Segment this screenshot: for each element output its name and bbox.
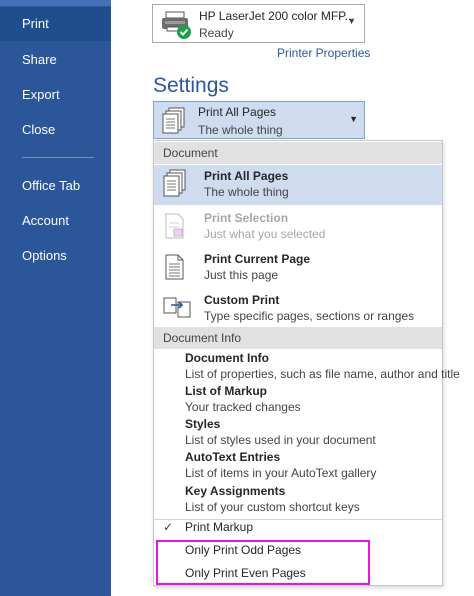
option-subtitle: Just this page: [204, 268, 279, 282]
settings-heading: Settings: [153, 74, 229, 97]
option-title: Styles: [185, 417, 221, 431]
section-header-document: Document: [154, 142, 442, 164]
option-subtitle: List of properties, such as file name, a…: [185, 367, 460, 381]
selected-option-subtitle: The whole thing: [198, 123, 283, 137]
pages-icon: [162, 107, 185, 134]
menu-option-list-of-markup[interactable]: List of Markup Your tracked changes: [154, 383, 442, 416]
menu-option-autotext-entries[interactable]: AutoText Entries List of items in your A…: [154, 449, 442, 482]
single-page-icon: [165, 254, 184, 280]
nav-item-close[interactable]: Close: [0, 113, 111, 147]
menu-option-print-current-page[interactable]: Print Current Page Just this page: [154, 248, 442, 288]
menu-option-styles[interactable]: Styles List of styles used in your docum…: [154, 416, 442, 449]
option-subtitle: List of your custom shortcut keys: [185, 500, 360, 514]
print-range-select[interactable]: Print All Pages The whole thing ▼: [153, 101, 365, 139]
menu-option-print-selection: Print Selection Just what you selected: [154, 207, 442, 247]
option-title: Custom Print: [204, 293, 280, 307]
selected-option-title: Print All Pages: [198, 105, 277, 119]
menu-option-document-info[interactable]: Document Info List of properties, such a…: [154, 350, 460, 383]
option-title: AutoText Entries: [185, 450, 281, 464]
toggle-print-markup[interactable]: ✓ Print Markup: [154, 517, 442, 539]
nav-divider: [22, 157, 94, 158]
nav-item-share[interactable]: Share: [0, 43, 111, 77]
nav-item-account[interactable]: Account: [0, 204, 111, 238]
printer-name: HP LaserJet 200 color MFP...: [199, 9, 355, 23]
backstage-nav: Print Share Export Close Office Tab Acco…: [0, 0, 111, 596]
chevron-down-icon: ▼: [349, 114, 358, 124]
section-header-document-info: Document Info: [154, 327, 442, 349]
nav-item-print[interactable]: Print: [0, 7, 111, 41]
nav-item-options[interactable]: Options: [0, 239, 111, 273]
nav-top-strip: [0, 0, 111, 6]
option-subtitle: Your tracked changes: [185, 400, 301, 414]
option-title: Print All Pages: [204, 169, 289, 183]
option-subtitle: Type specific pages, sections or ranges: [204, 309, 415, 323]
annotation-highlight-box: [156, 540, 370, 585]
option-title: Document Info: [185, 351, 269, 365]
menu-option-key-assignments[interactable]: Key Assignments List of your custom shor…: [154, 483, 442, 516]
option-subtitle: List of styles used in your document: [185, 433, 376, 447]
printer-icon: [162, 11, 191, 39]
option-title: Print Selection: [204, 211, 289, 225]
printer-status: Ready: [199, 26, 234, 40]
menu-option-print-all-pages[interactable]: Print All Pages The whole thing: [154, 165, 442, 205]
custom-print-icon: [163, 297, 191, 318]
chevron-down-icon: ▼: [347, 16, 356, 26]
printer-properties-link[interactable]: Printer Properties: [277, 46, 370, 60]
menu-option-custom-print[interactable]: Custom Print Type specific pages, sectio…: [154, 289, 442, 329]
toggle-label: Print Markup: [185, 520, 254, 534]
option-title: Key Assignments: [185, 484, 286, 498]
nav-item-office-tab[interactable]: Office Tab: [0, 169, 111, 203]
print-range-menu: Document Print All Pages The whole thing…: [153, 140, 460, 586]
pages-icon: [163, 169, 186, 197]
nav-item-export[interactable]: Export: [0, 78, 111, 112]
option-title: List of Markup: [185, 384, 268, 398]
option-subtitle: List of items in your AutoText gallery: [185, 466, 377, 480]
printer-select[interactable]: HP LaserJet 200 color MFP... Ready ▼: [152, 4, 365, 43]
option-subtitle: Just what you selected: [204, 227, 326, 241]
option-subtitle: The whole thing: [204, 185, 289, 199]
selection-page-icon: [165, 213, 184, 239]
option-title: Print Current Page: [204, 252, 311, 266]
checkmark-icon: ✓: [163, 520, 174, 534]
